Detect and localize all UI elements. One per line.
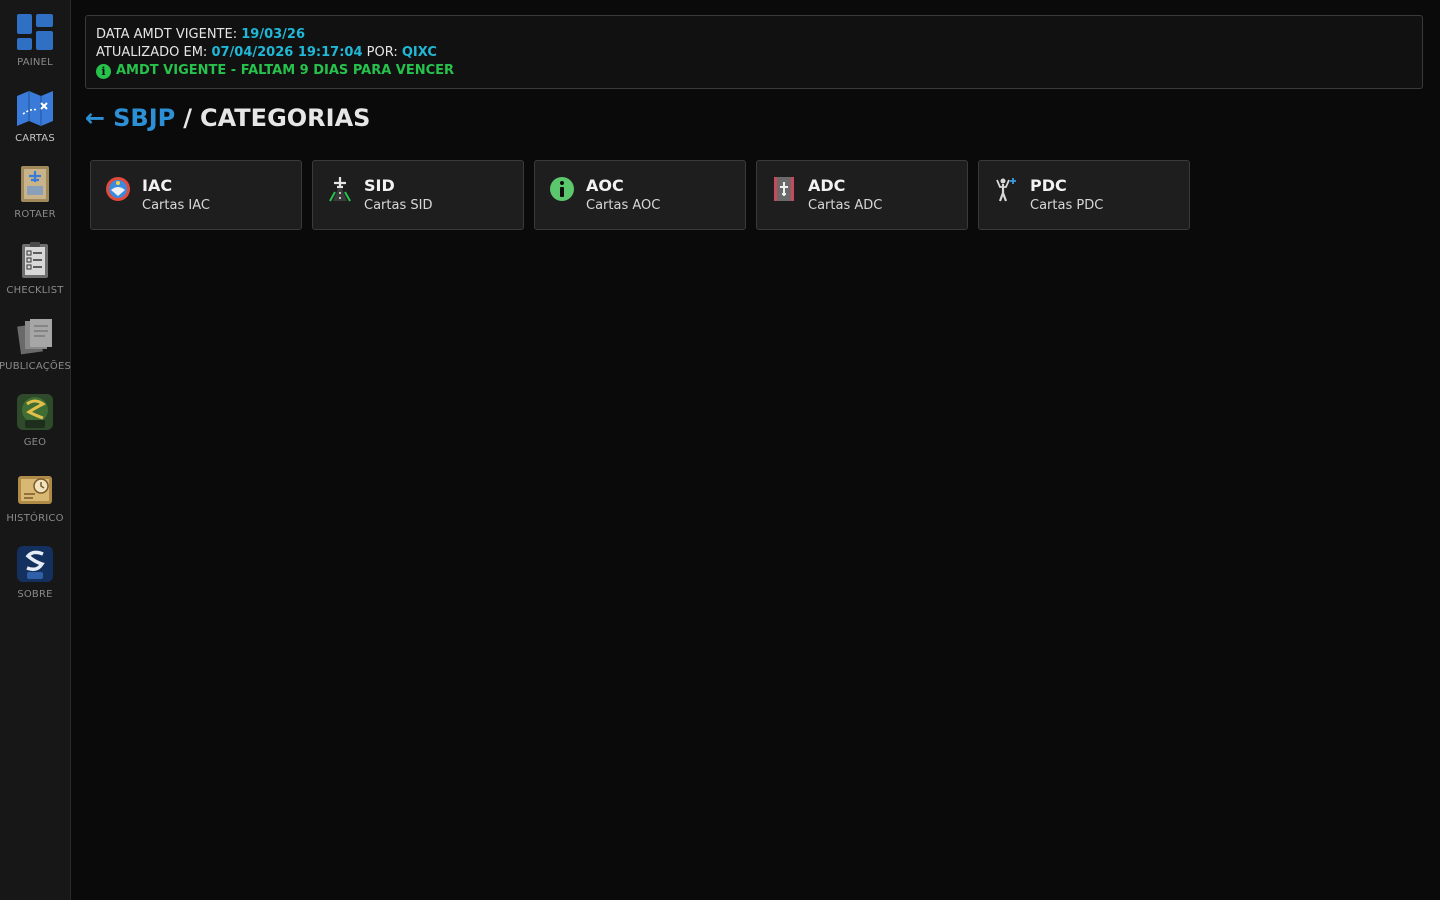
adc-runway-icon bbox=[774, 177, 794, 201]
category-card-pdc[interactable]: PDC Cartas PDC bbox=[978, 160, 1190, 230]
page-title: ← SBJP / CATEGORIAS bbox=[85, 104, 370, 132]
breadcrumb-airport[interactable]: SBJP bbox=[113, 104, 175, 132]
sidebar-item-historico[interactable]: HISTÓRICO bbox=[0, 468, 70, 540]
sidebar-item-label: ROTAER bbox=[14, 209, 56, 220]
sidebar-item-geo[interactable]: GEO bbox=[0, 392, 70, 464]
category-title: ADC bbox=[808, 176, 846, 195]
sidebar-item-label: GEO bbox=[23, 437, 47, 448]
history-icon bbox=[18, 476, 52, 504]
amdt-info-panel: DATA AMDT VIGENTE: 19/03/26 ATUALIZADO E… bbox=[85, 15, 1423, 89]
category-subtitle: Cartas ADC bbox=[808, 198, 883, 213]
category-card-iac[interactable]: IAC Cartas IAC bbox=[90, 160, 302, 230]
updated-line: ATUALIZADO EM: 07/04/2026 19:17:04 POR: … bbox=[96, 44, 1412, 62]
amdt-date-label: DATA AMDT VIGENTE: bbox=[96, 27, 238, 42]
category-cards: IAC Cartas IAC SID Cartas SID AOC Cartas… bbox=[90, 160, 1190, 230]
pdc-marshaller-icon bbox=[996, 178, 1016, 202]
category-subtitle: Cartas SID bbox=[364, 198, 433, 213]
updated-label: ATUALIZADO EM: bbox=[96, 45, 208, 60]
sidebar-item-label: SOBRE bbox=[17, 589, 53, 600]
breadcrumb-current: CATEGORIAS bbox=[199, 104, 371, 132]
iac-icon bbox=[106, 177, 130, 201]
sidebar-item-label: CHECKLIST bbox=[6, 285, 64, 296]
sidebar-item-painel[interactable]: PAINEL bbox=[0, 12, 70, 84]
updated-value: 07/04/2026 19:17:04 bbox=[211, 45, 363, 60]
sophia-geo-icon bbox=[17, 394, 53, 430]
publications-icon bbox=[17, 319, 52, 355]
sidebar-item-cartas[interactable]: CARTAS bbox=[0, 88, 70, 160]
category-subtitle: Cartas IAC bbox=[142, 198, 210, 213]
back-arrow-icon[interactable]: ← bbox=[85, 104, 105, 132]
dashboard-icon bbox=[17, 14, 53, 50]
amdt-status-text: AMDT VIGENTE - FALTAM 9 DIAS PARA VENCER bbox=[116, 63, 455, 78]
category-subtitle: Cartas PDC bbox=[1030, 198, 1104, 213]
sidebar-item-label: PUBLICAÇÕES bbox=[0, 361, 72, 372]
amdt-date-value: 19/03/26 bbox=[241, 27, 306, 42]
info-circle-icon: i bbox=[96, 63, 111, 79]
category-title: SID bbox=[364, 176, 395, 195]
amdt-status: i AMDT VIGENTE - FALTAM 9 DIAS PARA VENC… bbox=[96, 62, 1412, 80]
map-icon bbox=[17, 91, 53, 126]
aoc-info-icon bbox=[550, 177, 574, 201]
category-card-sid[interactable]: SID Cartas SID bbox=[312, 160, 524, 230]
by-label: POR: bbox=[366, 45, 398, 60]
sidebar-item-checklist[interactable]: CHECKLIST bbox=[0, 240, 70, 312]
amdt-date-line: DATA AMDT VIGENTE: 19/03/26 bbox=[96, 26, 1412, 44]
sidebar-item-label: HISTÓRICO bbox=[6, 513, 64, 524]
sidebar-item-rotaer[interactable]: ROTAER bbox=[0, 164, 70, 236]
sidebar-item-label: PAINEL bbox=[17, 57, 53, 68]
category-title: IAC bbox=[142, 176, 173, 195]
category-subtitle: Cartas AOC bbox=[586, 198, 661, 213]
breadcrumb-separator: / bbox=[183, 104, 192, 132]
category-title: AOC bbox=[586, 176, 624, 195]
sid-icon bbox=[329, 177, 351, 202]
sidebar-item-publicacoes[interactable]: PUBLICAÇÕES bbox=[0, 316, 72, 388]
by-user: QIXC bbox=[401, 45, 437, 60]
atc-logo-icon bbox=[17, 546, 53, 582]
category-title: PDC bbox=[1030, 176, 1067, 195]
sidebar-item-sobre[interactable]: SOBRE bbox=[0, 544, 70, 616]
sidebar-item-label: CARTAS bbox=[15, 133, 55, 144]
sidebar: PAINEL CARTAS ROTAER CHECKLIST PUBLICAÇÕ… bbox=[0, 0, 71, 900]
checklist-icon bbox=[22, 242, 48, 278]
category-card-adc[interactable]: ADC Cartas ADC bbox=[756, 160, 968, 230]
rotaer-icon bbox=[21, 166, 49, 202]
category-card-aoc[interactable]: AOC Cartas AOC bbox=[534, 160, 746, 230]
